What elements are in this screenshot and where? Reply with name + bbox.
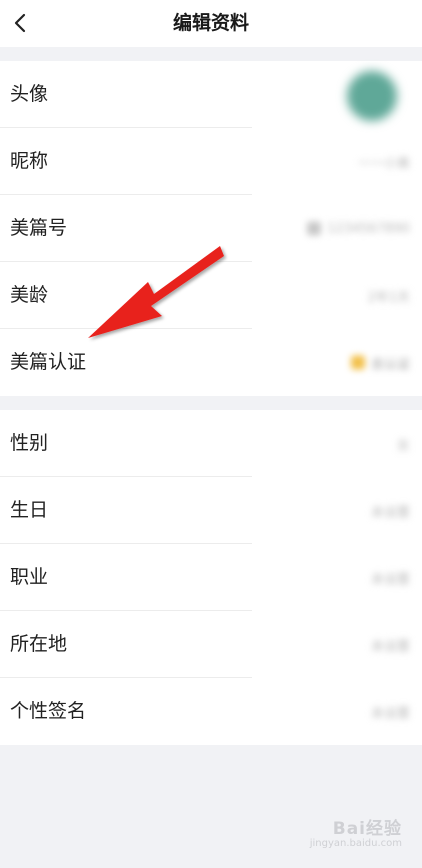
job-value: 未设置 (370, 572, 410, 587)
meipian-id-row[interactable]: 美篇号 1234567890 (0, 195, 422, 262)
gender-row[interactable]: 性别 女 (0, 410, 422, 477)
birthday-label: 生日 (10, 499, 49, 521)
id-card-icon (307, 221, 322, 236)
baidu-jingyan-watermark: Bai经验 jingyan.baidu.com (282, 814, 402, 856)
signature-value: 未设置 (370, 706, 410, 721)
location-value: 未设置 (370, 639, 410, 654)
profile-section: 头像 昵称 一一小美 美篇号 1234567890 美龄 2年1天 美篇认证 去… (0, 61, 422, 396)
job-row[interactable]: 职业 未设置 (0, 544, 422, 611)
location-row[interactable]: 所在地 未设置 (0, 611, 422, 678)
certification-badge-icon (350, 355, 365, 370)
watermark-brand: Bai经验 (332, 819, 402, 839)
meipian-id-value-wrap: 1234567890 (307, 221, 410, 236)
birthday-row[interactable]: 生日 未设置 (0, 477, 422, 544)
avatar-row[interactable]: 头像 (0, 61, 422, 128)
gender-value: 女 (396, 438, 410, 453)
signature-label: 个性签名 (10, 700, 87, 722)
personal-info-section: 性别 女 生日 未设置 职业 未设置 所在地 未设置 个性签名 未设置 (0, 410, 422, 745)
signature-row[interactable]: 个性签名 未设置 (0, 678, 422, 745)
certification-row[interactable]: 美篇认证 去认证 (0, 329, 422, 396)
meipian-id-label: 美篇号 (10, 217, 68, 239)
meiling-label: 美龄 (10, 284, 49, 306)
avatar[interactable] (347, 71, 397, 121)
certification-value: 去认证 (370, 357, 410, 372)
location-label: 所在地 (10, 633, 68, 655)
meiling-value: 2年1天 (367, 290, 410, 305)
certification-value-wrap: 去认证 (350, 353, 410, 372)
page-title: 编辑资料 (172, 12, 249, 34)
avatar-label: 头像 (10, 83, 49, 105)
nickname-value: 一一小美 (357, 156, 410, 171)
nickname-label: 昵称 (10, 150, 49, 172)
birthday-value: 未设置 (370, 505, 410, 520)
watermark-url: jingyan.baidu.com (309, 838, 402, 849)
certification-label: 美篇认证 (10, 351, 87, 373)
meiling-row[interactable]: 美龄 2年1天 (0, 262, 422, 329)
gender-label: 性别 (10, 432, 49, 454)
navigation-bar: 编辑资料 (0, 0, 422, 47)
job-label: 职业 (10, 566, 49, 588)
nickname-row[interactable]: 昵称 一一小美 (0, 128, 422, 195)
meipian-id-value: 1234567890 (327, 221, 410, 236)
